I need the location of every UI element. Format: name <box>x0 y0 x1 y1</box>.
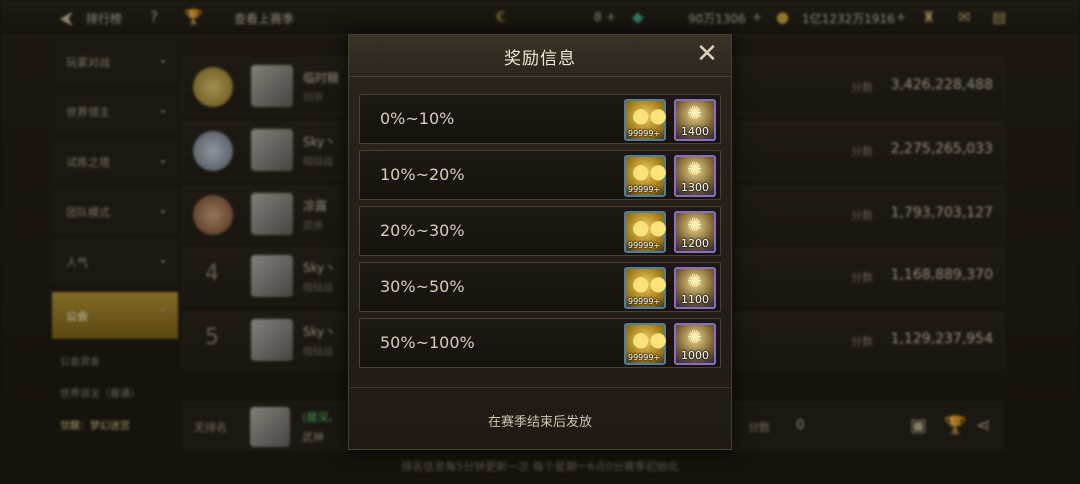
tier-range: 20%~30% <box>380 221 465 240</box>
tier-range: 0%~10% <box>380 109 455 128</box>
reward-tier-row: 30%~50% ●● 99999+ ✺ 1100 <box>359 262 721 312</box>
gold-coins-reward-icon[interactable]: ●● 99999+ <box>624 211 667 253</box>
medal-reward-icon[interactable]: ✺ 1000 <box>674 323 716 365</box>
medal-reward-icon[interactable]: ✺ 1200 <box>674 211 716 253</box>
gold-coins-reward-icon[interactable]: ●● 99999+ <box>624 155 667 197</box>
medal-reward-icon[interactable]: ✺ 1300 <box>674 155 716 197</box>
gold-coins-reward-icon[interactable]: ●● 99999+ <box>624 99 667 141</box>
gold-coins-reward-icon[interactable]: ●● 99999+ <box>624 323 667 365</box>
medal-reward-icon[interactable]: ✺ 1100 <box>674 267 716 309</box>
distribution-note: 在赛季结束后发放 <box>487 415 592 430</box>
reward-info-dialog: 奖励信息 ✕ 0%~10% ●● 99999+ ✺ 1400 10%~20% ●● 9… <box>348 34 732 450</box>
tier-range: 30%~50% <box>380 277 465 296</box>
gold-coins-reward-icon[interactable]: ●● 99999+ <box>624 267 667 309</box>
tier-range: 50%~100% <box>380 333 475 352</box>
medal-reward-icon[interactable]: ✺ 1400 <box>674 99 716 141</box>
close-icon[interactable]: ✕ <box>693 41 721 69</box>
dialog-header: 奖励信息 ✕ <box>349 35 731 77</box>
dialog-divider <box>349 387 731 388</box>
reward-tier-row: 0%~10% ●● 99999+ ✺ 1400 <box>359 94 721 144</box>
reward-tier-row: 50%~100% ●● 99999+ ✺ 1000 <box>359 318 721 368</box>
reward-tier-row: 20%~30% ●● 99999+ ✺ 1200 <box>359 206 721 256</box>
reward-tier-row: 10%~20% ●● 99999+ ✺ 1300 <box>359 150 721 200</box>
tier-range: 10%~20% <box>380 165 465 184</box>
dialog-title: 奖励信息 <box>504 49 576 69</box>
